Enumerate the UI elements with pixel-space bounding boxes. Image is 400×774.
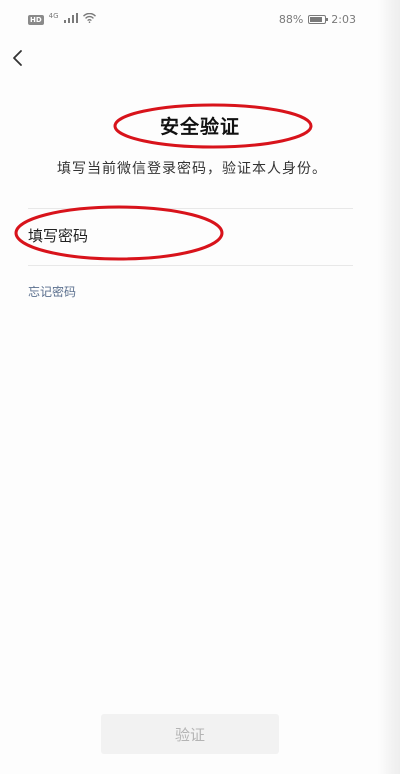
- password-input[interactable]: [28, 216, 348, 256]
- divider-top: [28, 208, 353, 209]
- divider-bottom: [28, 265, 353, 266]
- status-bar-right: 88% 2:03: [279, 13, 356, 26]
- page-title: 安全验证: [159, 116, 240, 138]
- wifi-icon: [82, 12, 96, 26]
- battery-level-fill: [310, 17, 323, 22]
- battery-icon: [308, 15, 329, 24]
- security-verification-screen: HD 4G 88% 2:03 安全验证 填写当前微信登录密码，验证本人身份。 忘…: [0, 0, 400, 774]
- network-type-label: 4G: [48, 11, 59, 20]
- verify-button[interactable]: 验证: [101, 714, 279, 754]
- hd-badge: HD: [28, 14, 44, 25]
- status-time: 2:03: [331, 13, 356, 26]
- back-button[interactable]: [6, 46, 30, 70]
- status-bar: HD 4G 88% 2:03: [0, 0, 378, 40]
- page-subtitle: 填写当前微信登录密码，验证本人身份。: [57, 161, 327, 177]
- chevron-left-icon: [13, 50, 22, 66]
- status-bar-left: HD 4G: [28, 11, 96, 26]
- battery-percent: 88%: [278, 13, 304, 26]
- forgot-password-link[interactable]: 忘记密码: [28, 283, 76, 300]
- signal-icon: [63, 13, 78, 26]
